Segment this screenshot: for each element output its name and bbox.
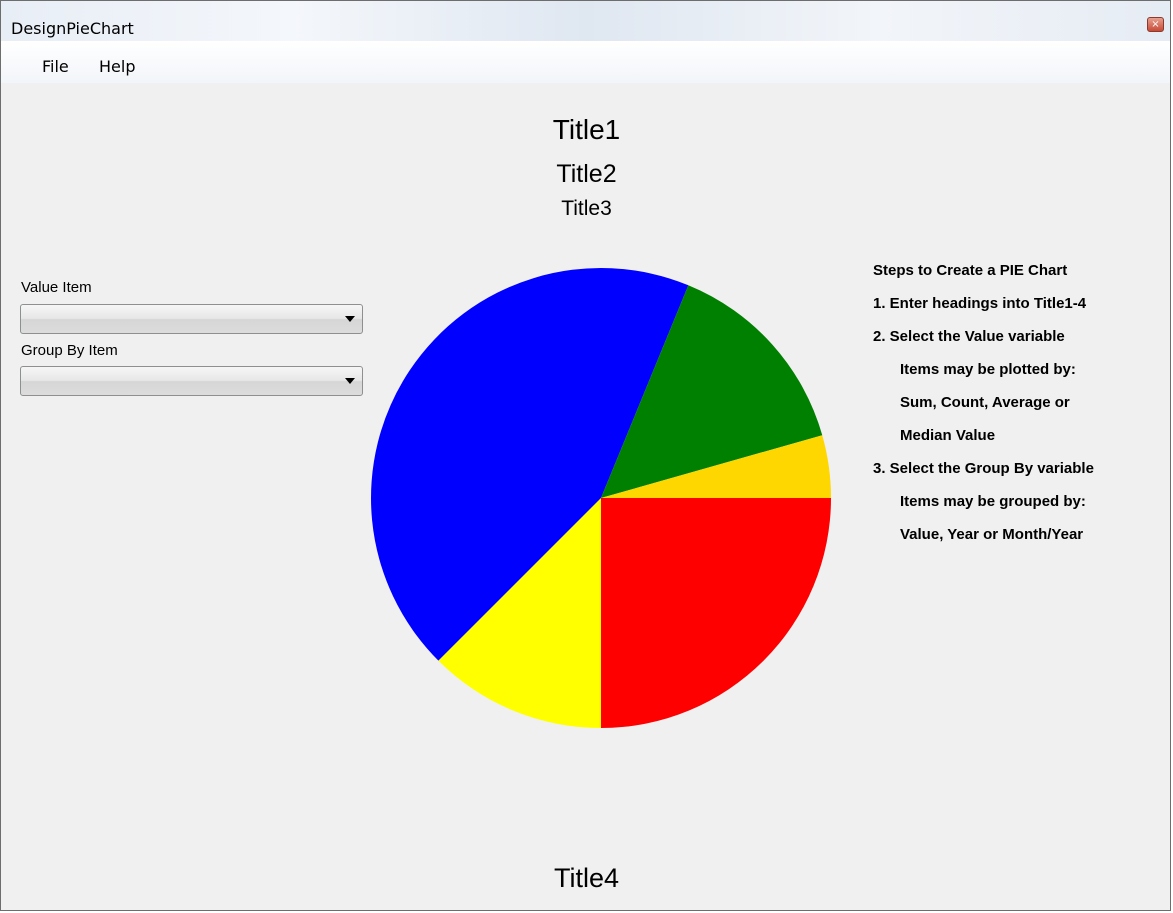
instruction-detail: Value, Year or Month/Year xyxy=(900,526,1084,543)
close-button[interactable]: × xyxy=(1147,17,1164,32)
close-icon: × xyxy=(1151,18,1160,30)
instructions-heading: Steps to Create a PIE Chart xyxy=(873,262,1068,279)
chart-title-4: Title4 xyxy=(553,863,620,893)
group-by-label: Group By Item xyxy=(21,342,118,359)
chevron-down-icon xyxy=(345,378,355,384)
chart-title-2: Title2 xyxy=(556,160,617,188)
menu-file[interactable]: File xyxy=(42,57,69,76)
menu-help[interactable]: Help xyxy=(99,57,135,76)
app-window: DesignPieChart × File Help Title1 Title2… xyxy=(0,0,1171,911)
pie-slice-0 xyxy=(601,498,831,728)
chart-title-3: Title3 xyxy=(561,197,612,220)
value-item-dropdown[interactable] xyxy=(20,304,363,334)
pie-chart xyxy=(371,268,831,728)
value-item-label: Value Item xyxy=(21,279,92,296)
instruction-detail: Median Value xyxy=(900,427,996,444)
menu-bar: File Help xyxy=(1,41,1170,83)
chevron-down-icon xyxy=(345,316,355,322)
instruction-step: 3. Select the Group By variable xyxy=(873,460,1094,477)
instruction-step: 1. Enter headings into Title1-4 xyxy=(873,295,1087,312)
instruction-step: 2. Select the Value variable xyxy=(873,328,1065,345)
instructions-panel: Steps to Create a PIE Chart 1. Enter hea… xyxy=(873,259,1168,556)
chart-title-1: Title1 xyxy=(552,114,621,145)
instruction-detail: Sum, Count, Average or xyxy=(900,394,1070,411)
title-bar[interactable]: DesignPieChart × xyxy=(1,1,1170,42)
window-title: DesignPieChart xyxy=(11,19,134,38)
instruction-detail: Items may be plotted by: xyxy=(900,361,1076,378)
group-by-dropdown[interactable] xyxy=(20,366,363,396)
instruction-detail: Items may be grouped by: xyxy=(900,493,1086,510)
